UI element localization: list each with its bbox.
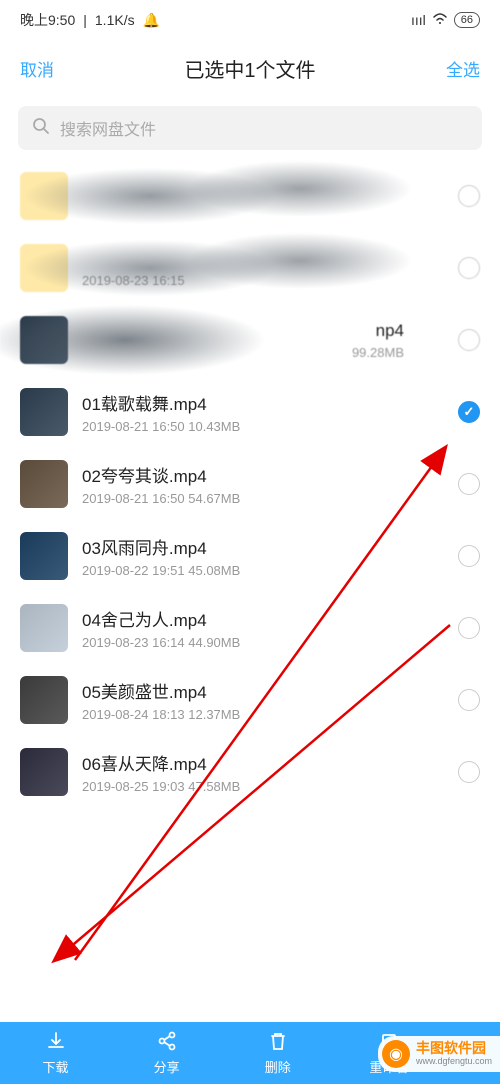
video-thumbnail bbox=[20, 748, 68, 796]
file-meta: 2019-08-21 16:50 10.43MB bbox=[82, 419, 444, 434]
list-item[interactable]: np4 99.28MB bbox=[0, 304, 500, 376]
search-placeholder: 搜索网盘文件 bbox=[60, 116, 156, 140]
select-radio[interactable] bbox=[458, 761, 480, 783]
watermark: ◉ 丰图软件园 www.dgfengtu.com bbox=[378, 1036, 500, 1072]
file-meta: 99.28MB bbox=[82, 345, 444, 360]
list-item[interactable]: 01载歌载舞.mp4 2019-08-21 16:50 10.43MB bbox=[0, 376, 500, 448]
list-item[interactable]: 2019-08-23 16:15 bbox=[0, 232, 500, 304]
file-name bbox=[82, 184, 444, 204]
file-name: 04舍己为人.mp4 bbox=[82, 606, 444, 631]
battery-icon: 66 bbox=[454, 12, 480, 28]
file-meta: 2019-08-21 16:50 54.67MB bbox=[82, 491, 444, 506]
file-meta: 2019-08-22 19:51 45.08MB bbox=[82, 563, 444, 578]
list-item[interactable]: 06喜从天降.mp4 2019-08-25 19:03 47.58MB bbox=[0, 736, 500, 808]
delete-button[interactable]: 删除 bbox=[222, 1022, 333, 1084]
share-icon bbox=[156, 1030, 178, 1055]
download-icon bbox=[45, 1030, 67, 1055]
file-meta: 2019-08-23 16:14 44.90MB bbox=[82, 635, 444, 650]
file-name: 05美颜盛世.mp4 bbox=[82, 678, 444, 703]
bell-icon: 🔔 bbox=[143, 12, 160, 29]
video-thumbnail bbox=[20, 532, 68, 580]
file-name bbox=[82, 249, 444, 269]
status-speed: 1.1K/s bbox=[95, 12, 135, 28]
file-name: 03风雨同舟.mp4 bbox=[82, 534, 444, 559]
watermark-icon: ◉ bbox=[382, 1040, 410, 1068]
select-radio[interactable] bbox=[458, 617, 480, 639]
select-radio[interactable] bbox=[458, 545, 480, 567]
watermark-url: www.dgfengtu.com bbox=[416, 1057, 492, 1067]
video-thumbnail bbox=[20, 388, 68, 436]
select-radio[interactable] bbox=[458, 401, 480, 423]
cancel-button[interactable]: 取消 bbox=[20, 56, 54, 81]
header: 取消 已选中1个文件 全选 bbox=[0, 40, 500, 96]
status-bar: 晚上9:50 | 1.1K/s 🔔 ıııl 66 bbox=[0, 0, 500, 40]
video-thumbnail bbox=[20, 604, 68, 652]
file-name: 01载歌载舞.mp4 bbox=[82, 390, 444, 415]
trash-icon bbox=[267, 1030, 289, 1055]
file-meta: 2019-08-23 16:15 bbox=[82, 273, 444, 288]
select-radio[interactable] bbox=[458, 473, 480, 495]
file-list: 2019-08-23 16:15 np4 99.28MB 01载歌载舞.mp4 … bbox=[0, 160, 500, 808]
file-meta: 2019-08-25 19:03 47.58MB bbox=[82, 779, 444, 794]
file-name: 06喜从天降.mp4 bbox=[82, 750, 444, 775]
list-item[interactable] bbox=[0, 160, 500, 232]
select-radio[interactable] bbox=[458, 257, 480, 279]
video-thumbnail bbox=[20, 460, 68, 508]
file-meta: 2019-08-24 18:13 12.37MB bbox=[82, 707, 444, 722]
select-radio[interactable] bbox=[458, 329, 480, 351]
folder-icon bbox=[20, 172, 68, 220]
select-radio[interactable] bbox=[458, 185, 480, 207]
status-time: 晚上9:50 bbox=[20, 10, 75, 30]
wifi-icon bbox=[432, 12, 448, 28]
video-thumbnail bbox=[20, 316, 68, 364]
list-item[interactable]: 03风雨同舟.mp4 2019-08-22 19:51 45.08MB bbox=[0, 520, 500, 592]
file-name: 02夸夸其谈.mp4 bbox=[82, 462, 444, 487]
select-all-button[interactable]: 全选 bbox=[446, 56, 480, 81]
signal-icon: ıııl bbox=[411, 12, 426, 28]
share-button[interactable]: 分享 bbox=[111, 1022, 222, 1084]
watermark-title: 丰图软件园 bbox=[416, 1041, 492, 1056]
download-button[interactable]: 下载 bbox=[0, 1022, 111, 1084]
select-radio[interactable] bbox=[458, 689, 480, 711]
folder-icon bbox=[20, 244, 68, 292]
video-thumbnail bbox=[20, 676, 68, 724]
search-input[interactable]: 搜索网盘文件 bbox=[18, 106, 482, 150]
list-item[interactable]: 05美颜盛世.mp4 2019-08-24 18:13 12.37MB bbox=[0, 664, 500, 736]
file-name: np4 bbox=[82, 321, 444, 341]
search-icon bbox=[32, 117, 50, 140]
list-item[interactable]: 04舍己为人.mp4 2019-08-23 16:14 44.90MB bbox=[0, 592, 500, 664]
page-title: 已选中1个文件 bbox=[184, 54, 315, 83]
list-item[interactable]: 02夸夸其谈.mp4 2019-08-21 16:50 54.67MB bbox=[0, 448, 500, 520]
